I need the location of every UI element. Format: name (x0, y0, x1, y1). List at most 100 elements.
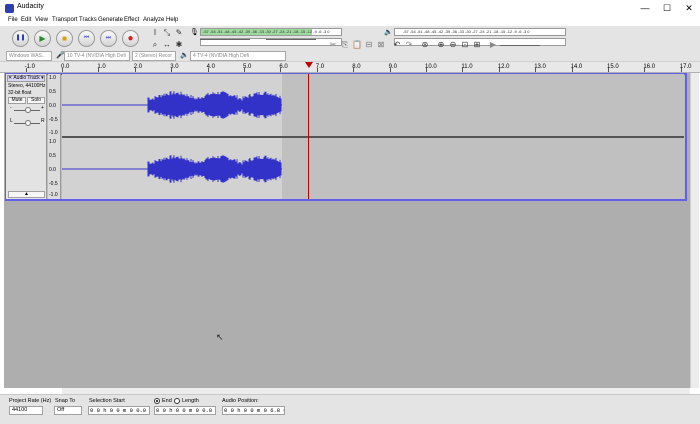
play-at-speed-slider[interactable] (500, 45, 540, 46)
length-label: Length (182, 398, 199, 404)
time-shift-tool[interactable]: ↔ (162, 40, 172, 50)
fit-project-icon[interactable]: ⊞ (472, 40, 482, 50)
ruler-tick (25, 68, 27, 72)
pan-slider-thumb[interactable] (25, 120, 31, 126)
maximize-button[interactable]: ☐ (656, 0, 678, 17)
timeline-ruler[interactable]: -1.0 0.0 1.0 2.0 3.0 4.0 5.0 6.0 7.0 8.0 9.0 10.0 11… (0, 62, 700, 73)
scale-label: 0.0 (49, 103, 56, 109)
mute-button[interactable]: Mute (8, 97, 26, 104)
track-menu-chevron-icon: ▾ (41, 75, 44, 81)
ruler-tick (608, 68, 609, 72)
menu-transport[interactable]: Transport (52, 17, 77, 23)
ruler-tick (426, 68, 427, 72)
skip-to-start-button[interactable]: ⏮ (78, 30, 95, 47)
scale-label: 1.0 (49, 75, 56, 81)
stop-icon: ■ (62, 34, 67, 43)
selection-tool[interactable]: I (150, 28, 160, 38)
ruler-tick (98, 68, 100, 72)
menu-view[interactable]: View (35, 17, 48, 23)
pause-button[interactable]: ❚❚ (12, 30, 29, 47)
recording-meter-scale: -57 -54 -51 -48 -45 -42 -39 -36 -33 -30 … (203, 29, 330, 34)
skip-end-icon: ⏭ (105, 35, 112, 41)
zoom-out-icon[interactable]: ⊖ (448, 40, 458, 50)
cut-icon[interactable]: ✂ (328, 40, 338, 50)
menu-help[interactable]: Help (166, 17, 178, 23)
multi-tool[interactable]: ✱ (174, 40, 184, 50)
audio-host-select[interactable]: Windows WAS.. (6, 51, 52, 61)
copy-icon[interactable]: ⎘ (340, 40, 350, 50)
ruler-tick (680, 68, 682, 72)
minimize-button[interactable]: — (634, 0, 656, 17)
play-button[interactable]: ▶ (34, 30, 51, 47)
selection-start-label: Selection Start (89, 398, 125, 404)
length-radio[interactable] (174, 398, 180, 404)
recording-volume-slider[interactable] (200, 39, 250, 40)
fit-selection-icon[interactable]: ⊡ (460, 40, 470, 50)
redo-icon[interactable]: ↷ (404, 40, 414, 50)
pause-icon: ❚❚ (15, 35, 26, 41)
record-icon: ● (127, 33, 134, 44)
paste-icon[interactable]: 📋 (352, 40, 362, 50)
selection-end-field[interactable]: 0 0 h 0 0 m 0 0.0 0 0 s (154, 406, 216, 415)
recording-device-select[interactable]: 10 TV-4 (NVIDIA High Defi (64, 51, 130, 61)
silence-icon[interactable]: ⊠ (376, 40, 386, 50)
menu-generate[interactable]: Generate (98, 17, 123, 23)
selection-start-field[interactable]: 0 0 h 0 0 m 0 0.0 0 0 s (88, 406, 150, 415)
scale-label: 0.5 (49, 89, 56, 95)
ruler-tick (571, 68, 573, 72)
audio-position-field[interactable]: 0 0 h 0 0 m 0 6.8 0 0 s (222, 406, 285, 415)
project-rate-select[interactable]: 44100 (9, 406, 43, 415)
record-button[interactable]: ● (122, 30, 139, 47)
scale-label: -1.0 (49, 130, 58, 136)
vertical-scale[interactable]: 1.0 0.5 0.0 -0.5 -1.0 1.0 0.5 0.0 -0.5 -… (48, 74, 61, 199)
play-at-speed-icon[interactable]: ▶ (488, 40, 498, 50)
ruler-tick (462, 68, 464, 72)
speaker-icon[interactable]: 🔈 (384, 28, 393, 36)
undo-icon[interactable]: ↶ (392, 40, 402, 50)
track-format-rate: Stereo, 44100Hz (8, 83, 46, 89)
playhead-marker-icon (305, 62, 313, 68)
menu-file[interactable]: File (8, 17, 18, 23)
menu-tracks[interactable]: Tracks (79, 17, 97, 23)
toolbar-area: ❚❚ ▶ ■ ⏮ ⏭ ● I ⤡ ✎ ⌕ ↔ ✱ 🎙 -57 -54 -51 -… (0, 26, 700, 62)
pan-left-label: L (10, 118, 13, 124)
recording-channels-select[interactable]: 2 (Stereo) Recor (132, 51, 176, 61)
playback-meter[interactable]: -57 -54 -51 -48 -45 -42 -39 -36 -33 -30 … (394, 28, 566, 36)
menu-analyze[interactable]: Analyze (143, 17, 164, 23)
end-label: End (162, 398, 172, 404)
solo-button[interactable]: Solo (27, 97, 45, 104)
selection-toolbar: Project Rate (Hz) 44100 Snap To Off Sele… (0, 394, 700, 424)
playback-device-select[interactable]: 4 TV-4 (NVIDIA High Defi (190, 51, 286, 61)
scale-label: 0.0 (49, 167, 56, 173)
ruler-tick (244, 68, 245, 72)
microphone-icon[interactable]: 🎙 (190, 28, 199, 36)
sync-lock-icon[interactable]: ⊛ (420, 40, 430, 50)
pan-right-label: R (41, 118, 45, 124)
gain-slider-thumb[interactable] (25, 107, 31, 113)
vertical-scrollbar[interactable] (690, 73, 699, 388)
envelope-tool[interactable]: ⤡ (162, 28, 172, 38)
play-icon: ▶ (39, 34, 46, 43)
menu-edit[interactable]: Edit (21, 17, 31, 23)
ruler-tick (644, 68, 646, 72)
collapse-track-button[interactable]: ▲ (8, 191, 45, 198)
scale-label: 1.0 (49, 139, 56, 145)
close-button[interactable]: ✕ (678, 0, 700, 17)
zoom-tool[interactable]: ⌕ (150, 40, 160, 50)
recording-meter[interactable]: -57 -54 -51 -48 -45 -42 -39 -36 -33 -30 … (200, 28, 342, 36)
playback-volume-slider[interactable] (266, 39, 316, 40)
track-name-menu[interactable]: ✕ Audio Track ▾ (7, 75, 45, 82)
mouse-pointer-icon: ↖ (216, 332, 224, 342)
ruler-tick (498, 68, 500, 72)
trim-icon[interactable]: ⊟ (364, 40, 374, 50)
draw-tool[interactable]: ✎ (174, 28, 184, 38)
ruler-tick (171, 68, 173, 72)
zoom-in-icon[interactable]: ⊕ (436, 40, 446, 50)
close-track-icon[interactable]: ✕ (8, 75, 12, 81)
snap-to-select[interactable]: Off (54, 406, 82, 415)
end-radio[interactable] (154, 398, 160, 404)
stop-button[interactable]: ■ (56, 30, 73, 47)
menu-effect[interactable]: Effect (124, 17, 139, 23)
title-bar: Audacity — ☐ ✕ (0, 0, 700, 17)
skip-to-end-button[interactable]: ⏭ (100, 30, 117, 47)
